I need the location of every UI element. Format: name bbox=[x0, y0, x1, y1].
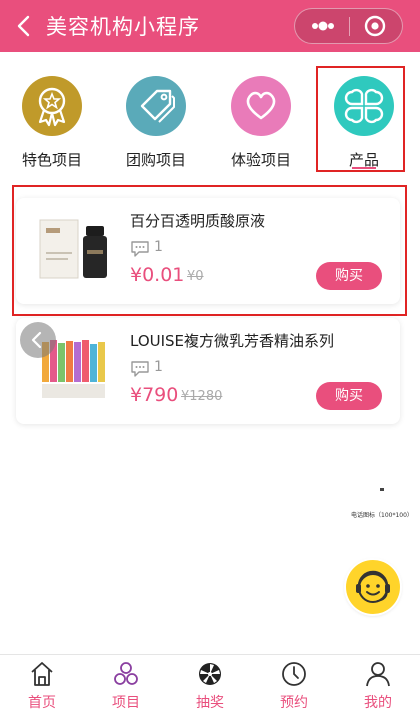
project-circles-icon bbox=[114, 662, 138, 685]
phone-icon-caption: 电话图标（100*100） bbox=[351, 512, 413, 519]
heart-icon bbox=[231, 76, 291, 136]
category-featured[interactable]: 特色项目 bbox=[10, 76, 94, 172]
tab-home[interactable]: 首页 bbox=[0, 655, 84, 715]
more-dots-icon[interactable] bbox=[303, 13, 343, 39]
award-ribbon-icon bbox=[22, 76, 82, 136]
capsule-divider bbox=[349, 17, 350, 36]
bottom-tab-bar: 首页 项目 抽奖 预约 我的 bbox=[0, 654, 420, 715]
tab-label: 预约 bbox=[280, 695, 308, 711]
highlighted-product-outline bbox=[12, 185, 407, 316]
category-group-buy[interactable]: 团购项目 bbox=[114, 76, 198, 172]
product-price: ¥790 bbox=[130, 384, 179, 406]
tab-lottery[interactable]: 抽奖 bbox=[168, 655, 252, 715]
price-tag-icon bbox=[126, 76, 186, 136]
customer-service-button[interactable] bbox=[346, 560, 400, 614]
category-label: 特色项目 bbox=[21, 151, 82, 169]
home-icon bbox=[31, 662, 53, 686]
mini-program-capsule bbox=[294, 8, 403, 44]
target-circle-icon[interactable] bbox=[357, 13, 393, 39]
tab-label: 项目 bbox=[112, 695, 140, 711]
category-label: 体验项目 bbox=[230, 151, 291, 169]
product-original-price: ¥1280 bbox=[181, 389, 223, 404]
category-label: 团购项目 bbox=[125, 151, 186, 169]
clock-icon bbox=[282, 662, 306, 686]
tab-mine[interactable]: 我的 bbox=[336, 655, 420, 715]
lottery-wheel-icon bbox=[199, 663, 221, 685]
comment-count-value: 1 bbox=[154, 359, 163, 375]
user-icon bbox=[366, 662, 390, 687]
selected-tab-indicator bbox=[352, 167, 376, 169]
chevron-left-icon[interactable] bbox=[14, 14, 34, 38]
tab-label: 抽奖 bbox=[196, 695, 224, 711]
page-title: 美容机构小程序 bbox=[46, 15, 200, 39]
comment-icon bbox=[131, 361, 149, 377]
tab-booking[interactable]: 预约 bbox=[252, 655, 336, 715]
nav-bar: 美容机构小程序 bbox=[0, 0, 420, 52]
prev-button[interactable] bbox=[20, 322, 56, 358]
product-card[interactable]: LOUISE複方微乳芳香精油系列 1 ¥790 ¥1280 购买 bbox=[16, 318, 400, 424]
tab-label: 首页 bbox=[28, 695, 56, 711]
customer-service-smiley-icon bbox=[356, 570, 390, 603]
product-name: LOUISE複方微乳芳香精油系列 bbox=[130, 332, 335, 350]
tab-projects[interactable]: 项目 bbox=[84, 655, 168, 715]
chevron-left-icon bbox=[31, 331, 42, 349]
phone-image-placeholder bbox=[380, 488, 384, 491]
category-experience[interactable]: 体验项目 bbox=[219, 76, 303, 172]
buy-button[interactable]: 购买 bbox=[316, 382, 382, 410]
tab-label: 我的 bbox=[364, 695, 392, 711]
selected-category-highlight bbox=[316, 66, 405, 172]
